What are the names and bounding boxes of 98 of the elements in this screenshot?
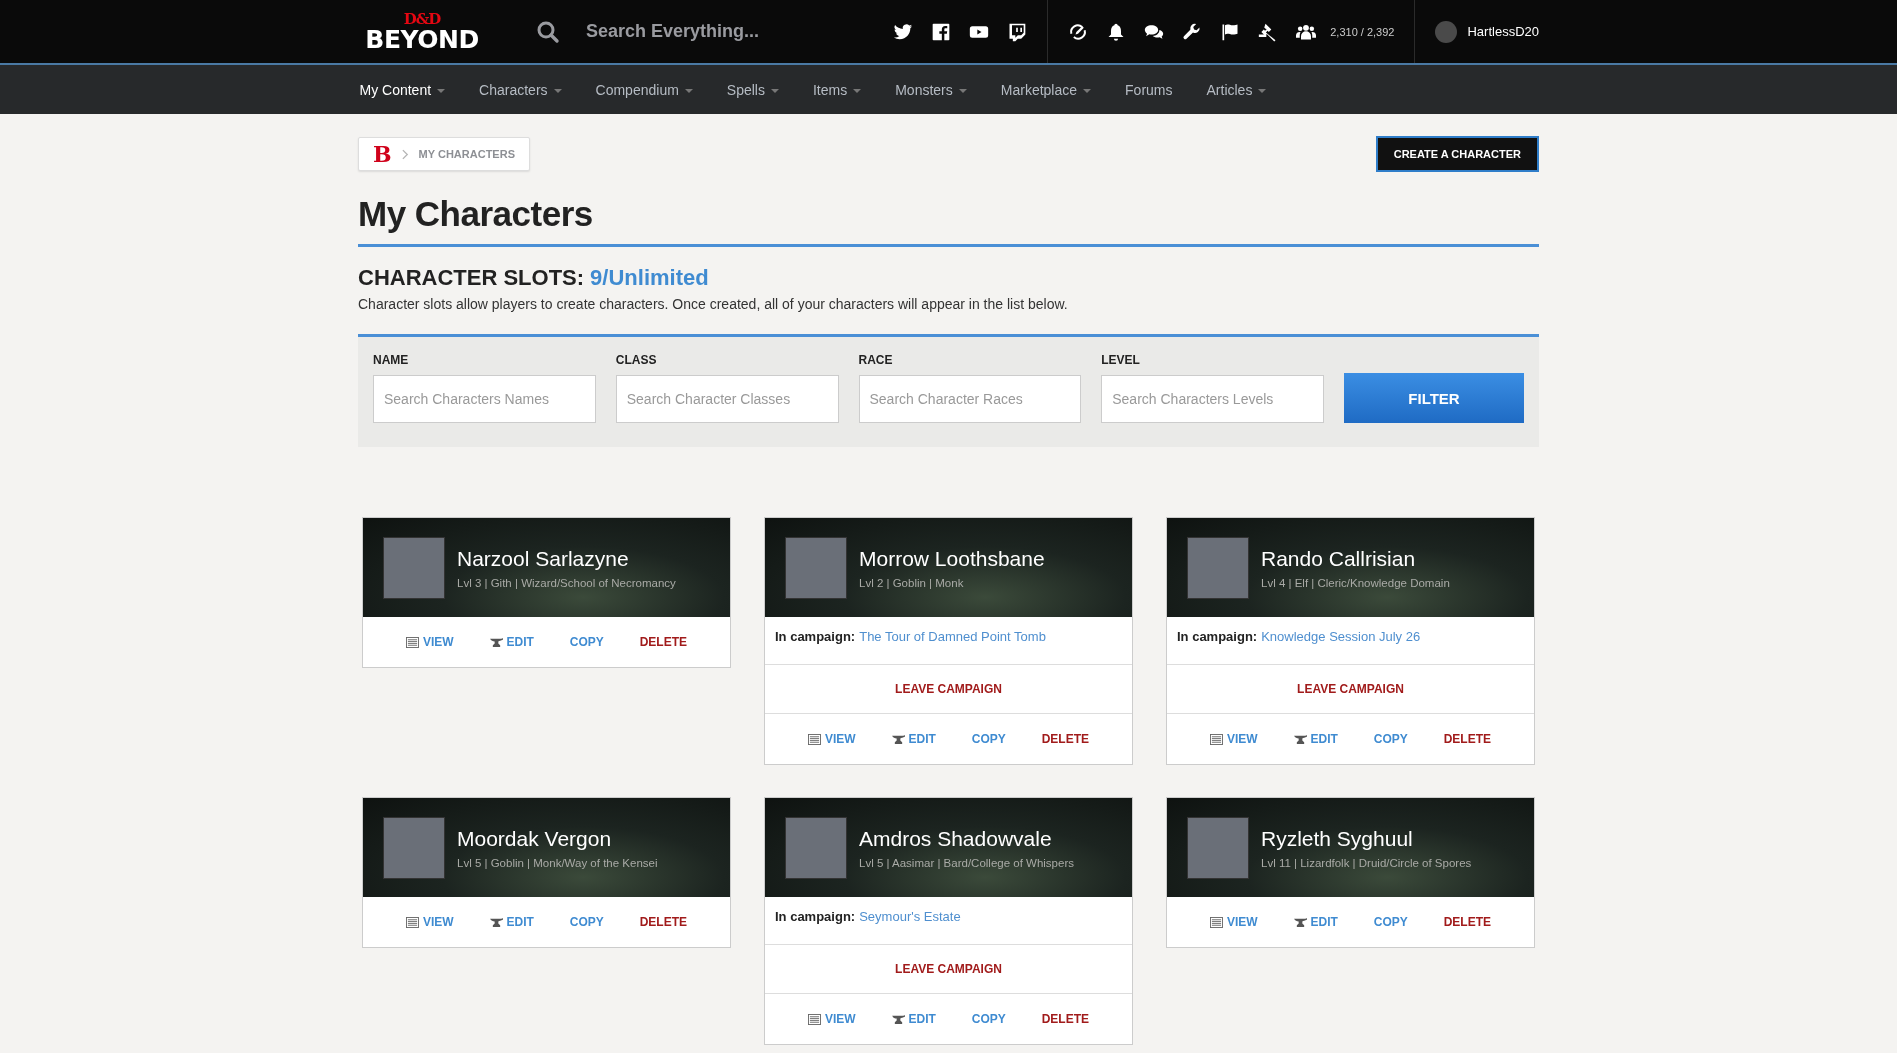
filter-field[interactable]: Search Characters Levels bbox=[1101, 375, 1324, 423]
bird-icon[interactable] bbox=[893, 21, 914, 42]
copy-link[interactable]: COPY bbox=[569, 915, 604, 929]
home-logo-link[interactable]: B bbox=[373, 142, 392, 166]
delete-link[interactable]: DELETE bbox=[1443, 732, 1492, 746]
character-name[interactable]: Ryzleth Syghuul bbox=[1261, 826, 1472, 851]
filter-label: LEVEL bbox=[1101, 353, 1141, 367]
nav-link[interactable]: Marketplace bbox=[1000, 81, 1092, 98]
portrait-placeholder bbox=[785, 816, 847, 879]
username[interactable]: HartlessD20 bbox=[1467, 24, 1539, 39]
anvil-icon bbox=[1293, 733, 1307, 745]
nav-link[interactable]: My Content bbox=[359, 81, 446, 98]
leave-campaign-link[interactable]: LEAVE CAMPAIGN bbox=[1297, 682, 1404, 696]
sheet-icon bbox=[405, 916, 419, 928]
edit-link[interactable]: EDIT bbox=[891, 732, 936, 746]
copy-link[interactable]: COPY bbox=[569, 635, 604, 649]
character-summary: Lvl 5 | Aasimar | Bard/College of Whispers bbox=[859, 856, 1074, 869]
character-name[interactable]: Rando Callrisian bbox=[1261, 546, 1450, 571]
chevron-icon bbox=[401, 148, 409, 160]
anvil-icon bbox=[489, 916, 503, 928]
filter-label: NAME bbox=[373, 353, 410, 367]
anvil-icon bbox=[891, 733, 905, 745]
portrait-placeholder bbox=[785, 536, 847, 599]
campaign-label: In campaign: bbox=[1177, 629, 1258, 644]
copy-link[interactable]: COPY bbox=[971, 1012, 1006, 1026]
character-summary: Lvl 11 | Lizardfolk | Druid/Circle of Spores bbox=[1261, 856, 1472, 869]
portrait-placeholder bbox=[1187, 816, 1249, 879]
campaign-label: In campaign: bbox=[775, 629, 856, 644]
view-link[interactable]: VIEW bbox=[405, 915, 454, 929]
character-name[interactable]: Narzool Sarlazyne bbox=[457, 546, 676, 571]
edit-link[interactable]: EDIT bbox=[1293, 732, 1338, 746]
page-title: My Characters bbox=[358, 194, 1539, 247]
anvil-icon bbox=[489, 636, 503, 648]
filter-field[interactable]: Search Character Classes bbox=[615, 375, 839, 423]
edit-link[interactable]: EDIT bbox=[891, 1012, 936, 1026]
anvil-icon bbox=[1293, 916, 1307, 928]
view-link[interactable]: VIEW bbox=[1209, 915, 1258, 929]
slots-count: 9/Unlimited bbox=[590, 265, 709, 291]
create-character-button[interactable]: CREATE A CHARACTER bbox=[1375, 136, 1539, 172]
view-link[interactable]: VIEW bbox=[807, 732, 856, 746]
filter-label: CLASS bbox=[615, 353, 658, 367]
nav-link[interactable]: Spells bbox=[726, 81, 779, 98]
nav-link[interactable]: Characters bbox=[479, 81, 562, 98]
nav-link[interactable]: Items bbox=[812, 81, 862, 98]
filter-label: RACE bbox=[858, 353, 894, 367]
view-link[interactable]: VIEW bbox=[1209, 732, 1258, 746]
sheet-icon bbox=[1209, 916, 1223, 928]
chat-bubble-icon[interactable] bbox=[1007, 21, 1028, 42]
anvil-icon bbox=[891, 1013, 905, 1025]
campaign-link[interactable]: Seymour's Estate bbox=[859, 909, 961, 924]
filter-field[interactable]: Search Characters Names bbox=[373, 375, 596, 423]
nav-link[interactable]: Articles bbox=[1206, 81, 1267, 98]
filter-button[interactable]: FILTER bbox=[1344, 373, 1524, 423]
copy-link[interactable]: COPY bbox=[971, 732, 1006, 746]
leave-campaign-link[interactable]: LEAVE CAMPAIGN bbox=[895, 682, 1002, 696]
character-summary: Lvl 3 | Gith | Wizard/School of Necromancy bbox=[457, 576, 676, 589]
nav-link[interactable]: Compendium bbox=[595, 81, 693, 98]
copy-link[interactable]: COPY bbox=[1373, 915, 1408, 929]
facebook-icon[interactable] bbox=[931, 21, 952, 42]
sheet-icon bbox=[807, 733, 821, 745]
sheet-icon bbox=[807, 1013, 821, 1025]
logo-mark[interactable]: D&D bbox=[403, 11, 441, 27]
nav-link[interactable]: Forums bbox=[1125, 81, 1173, 98]
edit-link[interactable]: EDIT bbox=[489, 915, 534, 929]
logo-text[interactable]: BEYOND bbox=[365, 26, 479, 52]
sheet-icon bbox=[1209, 733, 1223, 745]
character-name[interactable]: Morrow Loothsbane bbox=[859, 546, 1045, 571]
leave-campaign-link[interactable]: LEAVE CAMPAIGN bbox=[895, 962, 1002, 976]
copy-link[interactable]: COPY bbox=[1373, 732, 1408, 746]
view-link[interactable]: VIEW bbox=[807, 1012, 856, 1026]
edit-link[interactable]: EDIT bbox=[489, 635, 534, 649]
search-icon[interactable] bbox=[536, 19, 560, 44]
filter-field[interactable]: Search Character Races bbox=[858, 375, 1082, 423]
campaign-link[interactable]: Knowledge Session July 26 bbox=[1261, 629, 1421, 644]
delete-link[interactable]: DELETE bbox=[1041, 1012, 1090, 1026]
character-summary: Lvl 5 | Goblin | Monk/Way of the Kensei bbox=[457, 856, 658, 869]
character-summary: Lvl 2 | Goblin | Monk bbox=[859, 576, 965, 589]
slots-description: Character slots allow players to create characters. Once created, all of your characters will appear in the list below. bbox=[358, 296, 1069, 312]
character-summary: Lvl 4 | Elf | Cleric/Knowledge Domain bbox=[1261, 576, 1450, 589]
slots-heading: CHARACTER SLOTS: bbox=[358, 265, 585, 291]
portrait-placeholder bbox=[383, 816, 445, 879]
search-field[interactable]: Search Everything... bbox=[586, 17, 874, 46]
nav-link[interactable]: Monsters bbox=[895, 81, 967, 98]
view-link[interactable]: VIEW bbox=[405, 635, 454, 649]
delete-link[interactable]: DELETE bbox=[639, 635, 688, 649]
portrait-placeholder bbox=[383, 536, 445, 599]
edit-link[interactable]: EDIT bbox=[1293, 915, 1338, 929]
follower-count: 2,310 / 2,392 bbox=[1330, 25, 1395, 38]
delete-link[interactable]: DELETE bbox=[1443, 915, 1492, 929]
character-name[interactable]: Moordak Vergon bbox=[457, 826, 658, 851]
pencil-circle-icon[interactable] bbox=[1068, 21, 1089, 42]
sheet-icon bbox=[405, 636, 419, 648]
campaign-label: In campaign: bbox=[775, 909, 856, 924]
delete-link[interactable]: DELETE bbox=[639, 915, 688, 929]
portrait-placeholder bbox=[1187, 536, 1249, 599]
delete-link[interactable]: DELETE bbox=[1041, 732, 1090, 746]
campaign-link[interactable]: The Tour of Damned Point Tomb bbox=[859, 629, 1046, 644]
character-name[interactable]: Amdros Shadowvale bbox=[859, 826, 1074, 851]
